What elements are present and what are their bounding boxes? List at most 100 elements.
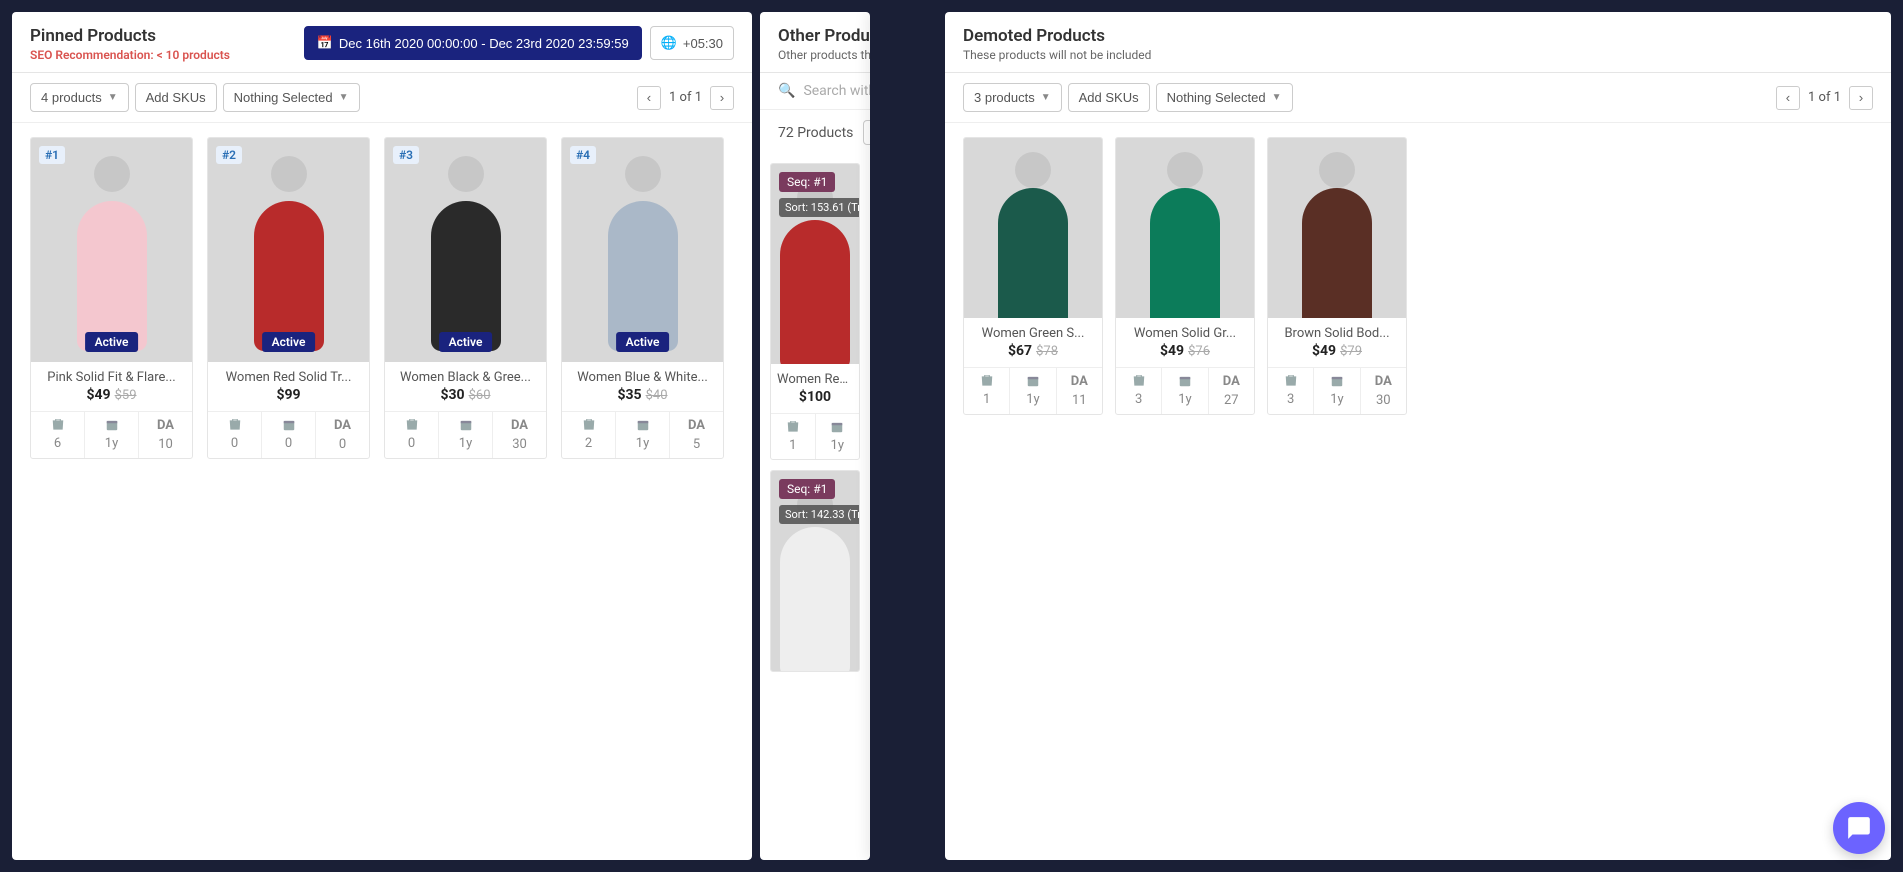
- product-image: #2 Active: [208, 138, 369, 362]
- sort-badge: Sort: 153.61 (Tre...: [779, 198, 859, 217]
- pinned-add-sku-button[interactable]: Add SKUs: [135, 83, 217, 112]
- product-stats: 3 1y DA30: [1268, 368, 1406, 414]
- stat-value: 6: [54, 436, 61, 451]
- product-image: Seq: #1 Sort: 142.33 (Tre...: [771, 471, 859, 671]
- timezone-button[interactable]: 🌐 +05:30: [650, 26, 734, 60]
- demoted-count-label: 3 products: [974, 90, 1035, 105]
- pinned-header: Pinned Products SEO Recommendation: < 10…: [12, 12, 752, 73]
- demoted-pager: ‹ 1 of 1 ›: [1776, 86, 1873, 110]
- date-range-button[interactable]: 📅 Dec 16th 2020 00:00:00 - Dec 23rd 2020…: [304, 26, 642, 60]
- stat-value: 11: [1072, 393, 1087, 408]
- product-image: Seq: #1 Sort: 153.61 (Tre...: [771, 164, 859, 364]
- demoted-count-dropdown[interactable]: 3 products ▼: [963, 83, 1062, 112]
- stat-value: 1y: [105, 436, 118, 451]
- caret-down-icon: ▼: [1041, 92, 1051, 103]
- timezone-label: +05:30: [683, 36, 723, 51]
- demoted-prev-page[interactable]: ‹: [1776, 86, 1800, 110]
- stat-value: 1: [983, 392, 990, 407]
- pinned-prev-page[interactable]: ‹: [637, 86, 661, 110]
- product-title: Women Red Solid Tr...: [214, 370, 363, 385]
- stat-value: 3: [1287, 392, 1294, 407]
- chat-widget-button[interactable]: [1833, 802, 1885, 854]
- product-image: #4 Active: [562, 138, 723, 362]
- product-card[interactable]: #3 Active Women Black & Gree... $30$60 0…: [384, 137, 547, 459]
- product-card[interactable]: #2 Active Women Red Solid Tr... $99 0 0 …: [207, 137, 370, 459]
- stat-value: 0: [285, 436, 292, 451]
- product-card[interactable]: Seq: #1 Sort: 153.61 (Tre... Women Red S…: [770, 163, 860, 460]
- product-card[interactable]: Women Solid Gr... $49$76 3 1y DA27: [1115, 137, 1255, 415]
- stat-value: 2: [585, 436, 592, 451]
- demoted-next-page[interactable]: ›: [1849, 86, 1873, 110]
- date-range-label: Dec 16th 2020 00:00:00 - Dec 23rd 2020 2…: [339, 36, 629, 51]
- stat-value: 0: [231, 436, 238, 451]
- product-body: Women Solid Gr... $49$76: [1116, 318, 1254, 368]
- pinned-selection-dropdown[interactable]: Nothing Selected ▼: [223, 83, 360, 112]
- product-card[interactable]: #4 Active Women Blue & White... $35$40 2…: [561, 137, 724, 459]
- stat-cell: 2: [562, 412, 616, 458]
- pinned-title-group: Pinned Products SEO Recommendation: < 10…: [30, 26, 230, 62]
- pinned-count-dropdown[interactable]: 4 products ▼: [30, 83, 129, 112]
- caret-down-icon: ▼: [339, 92, 349, 103]
- other-filter-dropdown[interactable]: No...: [863, 120, 870, 145]
- stat-cell: DA27: [1209, 368, 1254, 414]
- product-stats: 3 1y DA27: [1116, 368, 1254, 414]
- demoted-header: Demoted Products These products will not…: [945, 12, 1891, 73]
- demoted-toolbar: 3 products ▼ Add SKUs Nothing Selected ▼…: [945, 73, 1891, 123]
- product-body: Brown Solid Bod... $49$79: [1268, 318, 1406, 368]
- product-body: Women Blue & White... $35$40: [562, 362, 723, 412]
- stat-value: 3: [1135, 392, 1142, 407]
- stat-cell: 1y: [439, 412, 493, 458]
- other-search-placeholder: Search with...: [803, 83, 870, 99]
- active-badge: Active: [262, 332, 316, 352]
- other-toolbar: 🔍 Search with...: [760, 73, 870, 110]
- rank-badge: #2: [216, 146, 242, 164]
- caret-down-icon: ▼: [1272, 92, 1282, 103]
- product-price: $100: [777, 389, 853, 405]
- product-card[interactable]: Brown Solid Bod... $49$79 3 1y DA30: [1267, 137, 1407, 415]
- other-header: Other Product... Other products tha...: [760, 12, 870, 73]
- stat-value: 5: [693, 437, 700, 452]
- product-title: Women Red S...: [777, 372, 853, 387]
- stat-value: 30: [1376, 393, 1391, 408]
- active-badge: Active: [439, 332, 493, 352]
- rank-badge: #1: [39, 146, 65, 164]
- pinned-next-page[interactable]: ›: [710, 86, 734, 110]
- product-body: Women Red S... $100: [771, 364, 859, 414]
- stat-cell: 6: [31, 412, 85, 458]
- product-price: $35$40: [568, 387, 717, 403]
- stat-cell: DA11: [1057, 368, 1102, 414]
- product-title: Women Blue & White...: [568, 370, 717, 385]
- stat-cell: 0: [262, 412, 316, 458]
- seq-badge: Seq: #1: [779, 479, 835, 499]
- search-icon: 🔍: [778, 83, 795, 99]
- other-search[interactable]: 🔍 Search with...: [778, 83, 852, 99]
- pinned-count-label: 4 products: [41, 90, 102, 105]
- stat-cell: 3: [1116, 368, 1162, 414]
- seo-recommendation: SEO Recommendation: < 10 products: [30, 48, 230, 62]
- demoted-pager-text: 1 of 1: [1804, 90, 1845, 105]
- sort-badge: Sort: 142.33 (Tre...: [779, 505, 859, 524]
- product-price: $49$76: [1122, 343, 1248, 359]
- other-title: Other Product...: [778, 26, 870, 46]
- product-title: Pink Solid Fit & Flare...: [37, 370, 186, 385]
- demoted-add-sku-button[interactable]: Add SKUs: [1068, 83, 1150, 112]
- product-body: Women Red Solid Tr... $99: [208, 362, 369, 412]
- stat-value: 0: [339, 437, 346, 452]
- product-image: [964, 138, 1102, 318]
- product-card[interactable]: #1 Active Pink Solid Fit & Flare... $49$…: [30, 137, 193, 459]
- product-price: $49$79: [1274, 343, 1400, 359]
- pinned-title: Pinned Products: [30, 26, 230, 46]
- other-subtitle: Other products tha...: [778, 48, 870, 62]
- product-image: [1268, 138, 1406, 318]
- product-card[interactable]: Seq: #1 Sort: 142.33 (Tre...: [770, 470, 860, 672]
- stat-cell: DA0: [316, 412, 369, 458]
- demoted-selection-dropdown[interactable]: Nothing Selected ▼: [1156, 83, 1293, 112]
- pinned-panel: Pinned Products SEO Recommendation: < 10…: [12, 12, 752, 860]
- product-body: Women Black & Gree... $30$60: [385, 362, 546, 412]
- pinned-grid: #1 Active Pink Solid Fit & Flare... $49$…: [12, 123, 752, 473]
- demoted-title: Demoted Products: [963, 26, 1105, 46]
- product-stats: 1 1y: [771, 414, 859, 459]
- product-image: [1116, 138, 1254, 318]
- product-price: $49$59: [37, 387, 186, 403]
- product-card[interactable]: Women Green S... $67$78 1 1y DA11: [963, 137, 1103, 415]
